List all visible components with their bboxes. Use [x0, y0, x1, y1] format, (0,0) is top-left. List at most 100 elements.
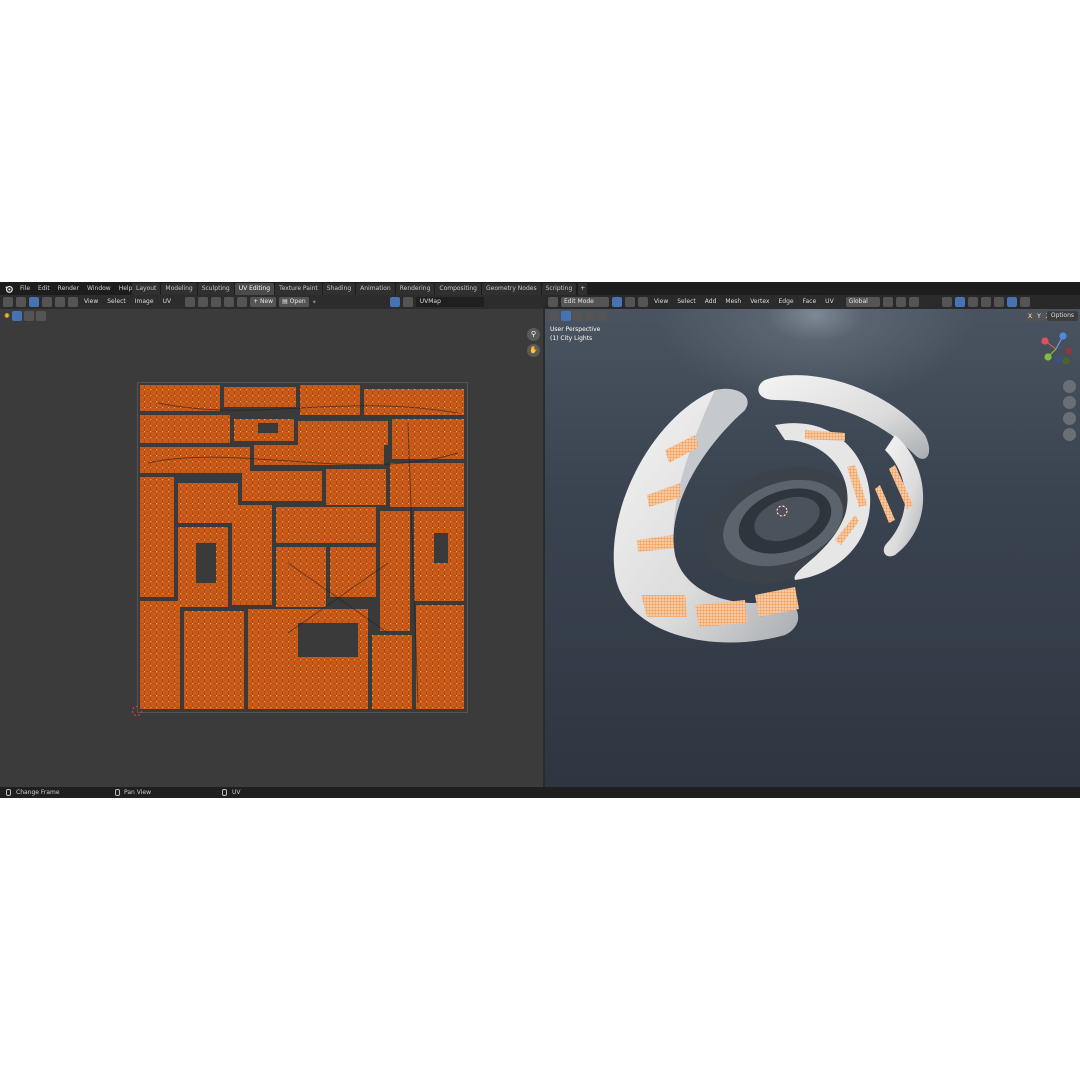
edge-mode-icon[interactable]	[625, 297, 635, 307]
uvmap-field[interactable]: UVMap	[415, 297, 484, 307]
vp-menu-mesh[interactable]: Mesh	[722, 295, 744, 309]
select-subtract-icon[interactable]	[35, 310, 46, 321]
open-image-button[interactable]: ▤ Open	[279, 297, 309, 307]
snap-icon[interactable]	[198, 297, 209, 307]
vertex-select-icon[interactable]	[29, 297, 39, 307]
overlay-icon[interactable]	[402, 297, 413, 307]
pan-view-button[interactable]: ✋	[527, 344, 540, 357]
new-image-button[interactable]: + New	[250, 297, 277, 307]
vp-ortho-button[interactable]	[1063, 428, 1076, 441]
zoom-view-button[interactable]: ⚲	[527, 328, 540, 341]
pin-icon[interactable]: ✦	[312, 299, 317, 306]
navigation-gizmo[interactable]	[1036, 331, 1076, 365]
vp-menu-view[interactable]: View	[651, 295, 671, 309]
tab-scripting[interactable]: Scripting	[541, 283, 577, 295]
uv-menu-uv[interactable]: UV	[160, 295, 175, 309]
gizmo-neg-z-axis[interactable]	[1054, 356, 1062, 364]
tab-animation[interactable]: Animation	[356, 283, 395, 295]
uv-editor-header: View Select Image UV + New ▤ Open ✦ UVMa…	[0, 295, 543, 309]
select-mode-icon[interactable]	[23, 310, 34, 321]
uv-layout-canvas[interactable]	[137, 382, 468, 713]
visibility-icon[interactable]	[941, 297, 952, 307]
uv-display-icon[interactable]	[389, 297, 400, 307]
axis-y-button[interactable]: Y	[1035, 312, 1043, 321]
tool-cursor-icon[interactable]	[549, 310, 559, 321]
material-shading-icon[interactable]	[1019, 297, 1030, 307]
proportional-edit-icon[interactable]	[211, 297, 222, 307]
vp-menu-face[interactable]: Face	[800, 295, 820, 309]
gizmo-x-axis[interactable]	[1041, 337, 1049, 345]
tab-modeling[interactable]: Modeling	[161, 283, 197, 295]
xray-icon[interactable]	[980, 297, 991, 307]
vp-menu-add[interactable]: Add	[702, 295, 720, 309]
island-select-icon[interactable]	[68, 297, 78, 307]
uv-editor[interactable]: View Select Image UV + New ▤ Open ✦ UVMa…	[0, 295, 543, 787]
view-name-label: User Perspective	[550, 326, 601, 333]
vp-menu-uv[interactable]: UV	[822, 295, 837, 309]
tool-extend-icon[interactable]	[573, 310, 583, 321]
transform-orientation-dropdown[interactable]: Global	[845, 297, 880, 307]
vertex-mode-icon[interactable]	[612, 297, 622, 307]
proportional-icon[interactable]	[908, 297, 919, 307]
vp-camera-button[interactable]	[1063, 412, 1076, 425]
top-bar: File Edit Render Window Help Layout Mode…	[0, 282, 1080, 295]
falloff-icon[interactable]	[224, 297, 235, 307]
pivot-icon[interactable]	[185, 297, 196, 307]
uv-tool-settings: ✺	[4, 309, 46, 322]
menu-edit[interactable]: Edit	[34, 282, 54, 295]
vp-menu-select[interactable]: Select	[674, 295, 699, 309]
solid-shading-icon[interactable]	[1006, 297, 1017, 307]
overlays-icon[interactable]	[967, 297, 978, 307]
2d-cursor-icon[interactable]	[131, 705, 143, 717]
tool-subtract-icon[interactable]	[585, 310, 595, 321]
tab-layout[interactable]: Layout	[132, 283, 161, 295]
editor-type-icon[interactable]	[3, 297, 13, 307]
tool-select-box-icon[interactable]	[561, 310, 571, 321]
viewport-editor-type-icon[interactable]	[548, 297, 558, 307]
vp-zoom-button[interactable]	[1063, 380, 1076, 393]
options-dropdown[interactable]: Options	[1046, 311, 1078, 321]
select-box-icon[interactable]	[11, 310, 22, 321]
face-mode-icon[interactable]	[638, 297, 648, 307]
gizmo-neg-y-axis[interactable]	[1062, 357, 1070, 365]
menu-file[interactable]: File	[16, 282, 34, 295]
edge-select-icon[interactable]	[42, 297, 52, 307]
gizmo-z-axis[interactable]	[1059, 332, 1067, 340]
tab-geometry-nodes[interactable]: Geometry Nodes	[481, 283, 541, 295]
add-workspace-button[interactable]: +	[578, 283, 588, 295]
uv-menu-image[interactable]: Image	[132, 295, 157, 309]
image-browse-icon[interactable]	[237, 297, 248, 307]
tab-rendering[interactable]: Rendering	[395, 283, 435, 295]
workspace-tabs: Layout Modeling Sculpting UV Editing Tex…	[132, 283, 588, 295]
gizmo-y-axis[interactable]	[1044, 353, 1052, 361]
viewport-header: Edit Mode View Select Add Mesh Vertex Ed…	[545, 295, 1080, 309]
mode-dropdown[interactable]: Edit Mode	[561, 297, 609, 307]
3d-viewport[interactable]: Edit Mode View Select Add Mesh Vertex Ed…	[545, 295, 1080, 787]
blender-logo-icon[interactable]	[4, 284, 13, 293]
snapping-icon[interactable]	[895, 297, 906, 307]
vp-menu-vertex[interactable]: Vertex	[747, 295, 772, 309]
vp-menu-edge[interactable]: Edge	[775, 295, 796, 309]
tab-sculpting[interactable]: Sculpting	[197, 283, 234, 295]
tab-compositing[interactable]: Compositing	[435, 283, 481, 295]
tab-texture-paint[interactable]: Texture Paint	[275, 283, 322, 295]
status-bar: Change Frame Pan View UV	[0, 787, 1080, 798]
gizmo-neg-x-axis[interactable]	[1065, 347, 1073, 355]
menu-window[interactable]: Window	[83, 282, 115, 295]
uv-menu-view[interactable]: View	[81, 295, 101, 309]
face-select-icon[interactable]	[55, 297, 65, 307]
gizmo-toggle-icon[interactable]	[954, 297, 965, 307]
open-image-label: Open	[289, 298, 306, 305]
sync-selection-icon[interactable]	[16, 297, 26, 307]
city-lights-mesh[interactable]	[595, 355, 945, 675]
axis-x-button[interactable]: X	[1026, 312, 1034, 321]
cursor-icon[interactable]: ✺	[4, 312, 10, 320]
pivot-point-icon[interactable]	[882, 297, 893, 307]
uv-menu-select[interactable]: Select	[104, 295, 129, 309]
menu-render[interactable]: Render	[54, 282, 83, 295]
vp-pan-button[interactable]	[1063, 396, 1076, 409]
wireframe-shading-icon[interactable]	[993, 297, 1004, 307]
tab-shading[interactable]: Shading	[322, 283, 356, 295]
tool-invert-icon[interactable]	[597, 310, 607, 321]
tab-uv-editing[interactable]: UV Editing	[234, 283, 275, 295]
